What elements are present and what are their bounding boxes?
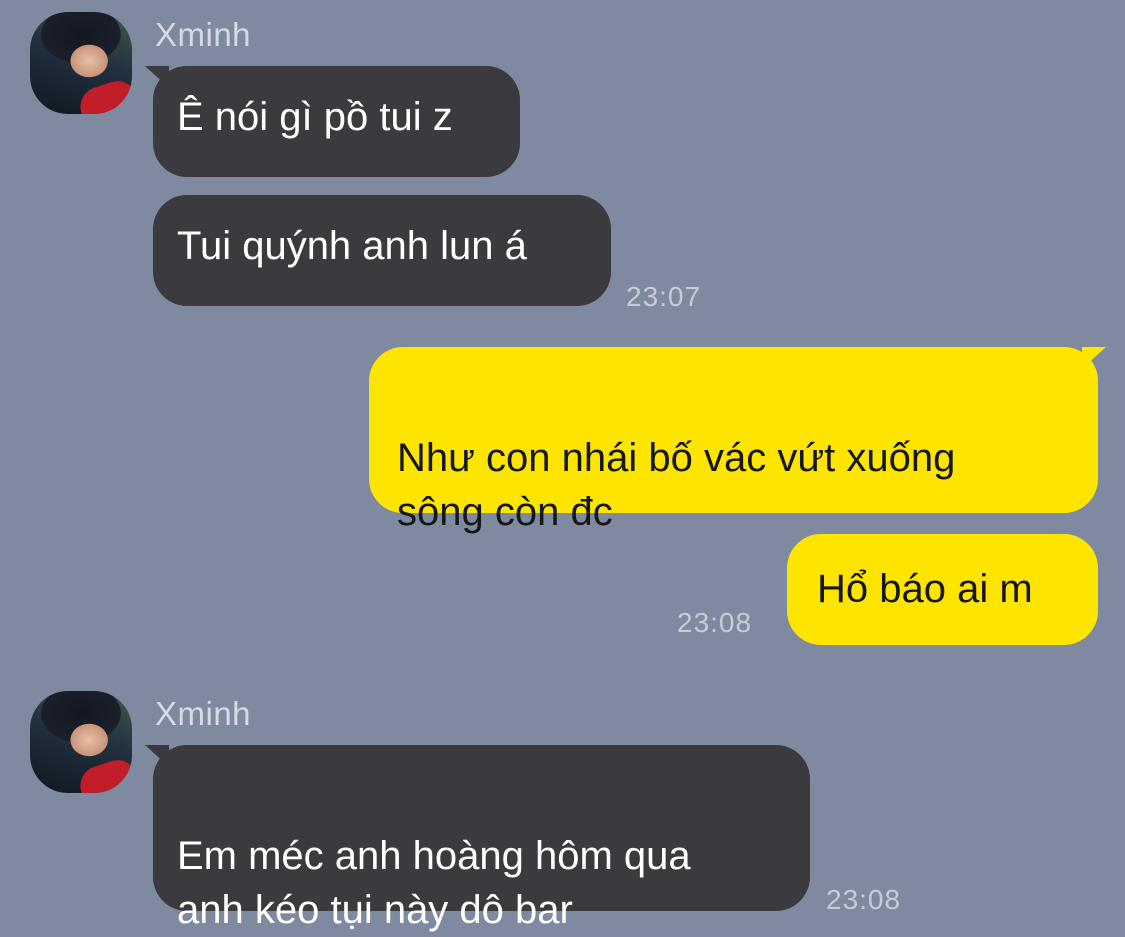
message-timestamp: 23:08	[677, 607, 753, 638]
message-bubble-incoming[interactable]: Ê nói gì pồ tui z	[145, 66, 520, 177]
message-text: Hổ báo ai m	[817, 567, 1033, 611]
message-bubble-incoming[interactable]: Tui quýnh anh lun á	[153, 195, 611, 306]
sender-name: Xminh	[155, 695, 252, 732]
message-bubble-outgoing[interactable]: Như con nhái bố vác vứt xuống sông còn đ…	[369, 347, 1106, 534]
message-timestamp: 23:07	[626, 281, 702, 312]
message-text: Tui quýnh anh lun á	[177, 224, 527, 268]
message-text: Ê nói gì pồ tui z	[177, 95, 453, 139]
sender-name: Xminh	[155, 16, 252, 53]
message-text: Như con nhái bố vác vứt xuống sông còn đ…	[397, 436, 956, 534]
message-bubble-outgoing[interactable]: Hổ báo ai m	[787, 534, 1098, 645]
message-timestamp: 23:08	[826, 884, 902, 915]
avatar[interactable]	[30, 691, 132, 793]
message-bubble-incoming[interactable]: Em méc anh hoàng hôm qua anh kéo tụi này…	[145, 745, 810, 932]
message-text: Em méc anh hoàng hôm qua anh kéo tụi này…	[177, 834, 691, 932]
avatar[interactable]	[30, 12, 132, 114]
